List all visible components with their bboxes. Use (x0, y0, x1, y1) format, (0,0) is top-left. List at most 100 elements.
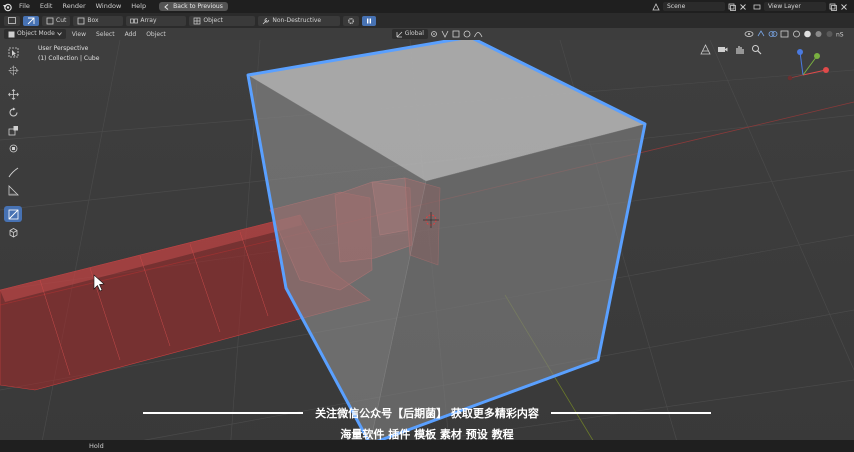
non-destructive-label: Non-Destructive (272, 16, 322, 24)
view-layer-selector[interactable]: View Layer (753, 0, 848, 13)
scene-name-field[interactable]: Scene (663, 2, 725, 11)
scale-icon (8, 125, 18, 135)
tool-select-box[interactable] (4, 44, 22, 60)
close-view-layer-icon[interactable] (840, 3, 848, 11)
tool-hardops[interactable] (4, 224, 22, 240)
overlay-toggle-icon[interactable] (768, 30, 778, 38)
array-icon (130, 18, 139, 23)
status-bar: Hold (0, 440, 854, 452)
cut-mode-dropdown[interactable]: Cut (42, 15, 71, 26)
shape-type-dropdown[interactable]: Box (73, 15, 124, 26)
editor-type-dropdown[interactable] (4, 15, 20, 26)
subtitle-right-bar (550, 412, 711, 414)
menu-file[interactable]: File (14, 0, 35, 13)
navigation-controls (700, 44, 762, 55)
tool-rotate[interactable] (4, 104, 22, 120)
gear-icon (348, 17, 355, 24)
transform-orientation-dropdown[interactable]: Global (391, 29, 428, 39)
tool-settings-header: Cut Box Array Object Non-Destructive (0, 13, 854, 28)
active-object-label: (1) Collection | Cube (38, 55, 100, 62)
gizmo-toggle-icon[interactable] (756, 30, 766, 38)
rendered-shading-icon[interactable] (825, 30, 834, 38)
box-label: Box (87, 16, 99, 24)
chevron-down-icon (56, 32, 62, 36)
tool-settings-gear-button[interactable] (343, 15, 360, 26)
box-shape-icon (77, 17, 85, 24)
menu-bar: File Edit Render Window Help Back to Pre… (0, 0, 854, 13)
menu-render[interactable]: Render (57, 0, 90, 13)
back-to-previous-label: Back to Previous (173, 3, 223, 10)
cursor-tool-icon (8, 65, 18, 75)
array-dropdown[interactable]: Array (126, 15, 187, 26)
wrench-icon (263, 17, 270, 24)
status-hint: Hold (89, 442, 104, 450)
boxcutter-icon (27, 17, 35, 24)
measure-icon (8, 184, 19, 195)
boxcutter-tool-icon (8, 209, 18, 219)
cut-label: Cut (56, 16, 67, 24)
copy-scene-icon[interactable] (728, 3, 736, 11)
blender-logo-icon[interactable] (0, 0, 14, 13)
tool-boxcutter[interactable] (4, 206, 22, 222)
3d-viewport[interactable] (0, 40, 854, 452)
tool-measure[interactable] (4, 182, 22, 198)
view-layer-icon (753, 4, 761, 9)
menu-add[interactable]: Add (121, 31, 141, 38)
interaction-mode-dropdown[interactable]: Object Mode (4, 29, 66, 39)
subtitle-line-1: 关注微信公众号【后期菌】 获取更多精彩内容 (315, 407, 539, 420)
grid-icon (194, 17, 201, 24)
xray-toggle-icon[interactable] (780, 30, 790, 38)
falloff-icon[interactable] (474, 30, 483, 38)
proportional-edit-icon[interactable] (463, 30, 472, 38)
zoom-icon[interactable] (751, 44, 762, 55)
scene-icon (652, 2, 660, 10)
global-axes-icon (396, 31, 403, 37)
perspective-toggle-icon[interactable] (700, 44, 711, 55)
back-to-previous-button[interactable]: Back to Previous (159, 2, 228, 11)
material-shading-icon[interactable] (814, 30, 823, 38)
tool-scale[interactable] (4, 122, 22, 138)
scene-selector[interactable]: Scene (652, 0, 747, 13)
transform-icon (9, 144, 17, 152)
view-perspective-label: User Perspective (38, 45, 89, 52)
array-label: Array (140, 16, 157, 24)
object-target-dropdown[interactable]: Object (189, 15, 256, 26)
pivot-point-icon[interactable] (430, 30, 439, 38)
menu-window[interactable]: Window (91, 0, 127, 13)
annotate-icon (8, 167, 18, 177)
wireframe-shading-icon[interactable] (792, 30, 801, 38)
viewport-options-icon[interactable]: nS (836, 30, 850, 39)
menu-object[interactable]: Object (142, 31, 170, 38)
pause-icon (367, 18, 372, 23)
tool-transform[interactable] (4, 140, 22, 156)
copy-view-layer-icon[interactable] (829, 3, 837, 11)
snap-target-icon[interactable] (452, 30, 461, 38)
viewport-scene[interactable] (0, 40, 854, 452)
move-icon (7, 88, 19, 100)
menu-help[interactable]: Help (126, 0, 151, 13)
solid-shading-icon[interactable] (803, 30, 812, 38)
view-layer-name-field[interactable]: View Layer (764, 2, 826, 11)
tool-move[interactable] (4, 86, 22, 102)
camera-view-icon[interactable] (717, 44, 728, 55)
non-destructive-dropdown[interactable]: Non-Destructive (258, 15, 341, 26)
pause-button[interactable] (362, 15, 377, 26)
boxcutter-tool-button[interactable] (23, 15, 39, 26)
snap-icon[interactable] (441, 30, 450, 38)
menu-view[interactable]: View (68, 31, 90, 38)
tool-cursor[interactable] (4, 62, 22, 78)
visibility-icon[interactable] (744, 30, 754, 38)
pan-hand-icon[interactable] (734, 44, 745, 55)
left-toolbar (4, 44, 24, 240)
viewport-icon (8, 17, 16, 24)
subtitle-left-bar (143, 412, 304, 414)
tool-annotate[interactable] (4, 164, 22, 180)
cut-icon (46, 17, 54, 24)
object-mode-icon (8, 31, 15, 37)
menu-select[interactable]: Select (92, 31, 119, 38)
rotate-icon (9, 107, 17, 116)
viewport-header: Object Mode View Select Add Object Globa… (0, 28, 854, 40)
viewport-info: User Perspective (1) Collection | Cube (38, 44, 99, 64)
menu-edit[interactable]: Edit (35, 0, 58, 13)
close-scene-icon[interactable] (739, 3, 747, 11)
